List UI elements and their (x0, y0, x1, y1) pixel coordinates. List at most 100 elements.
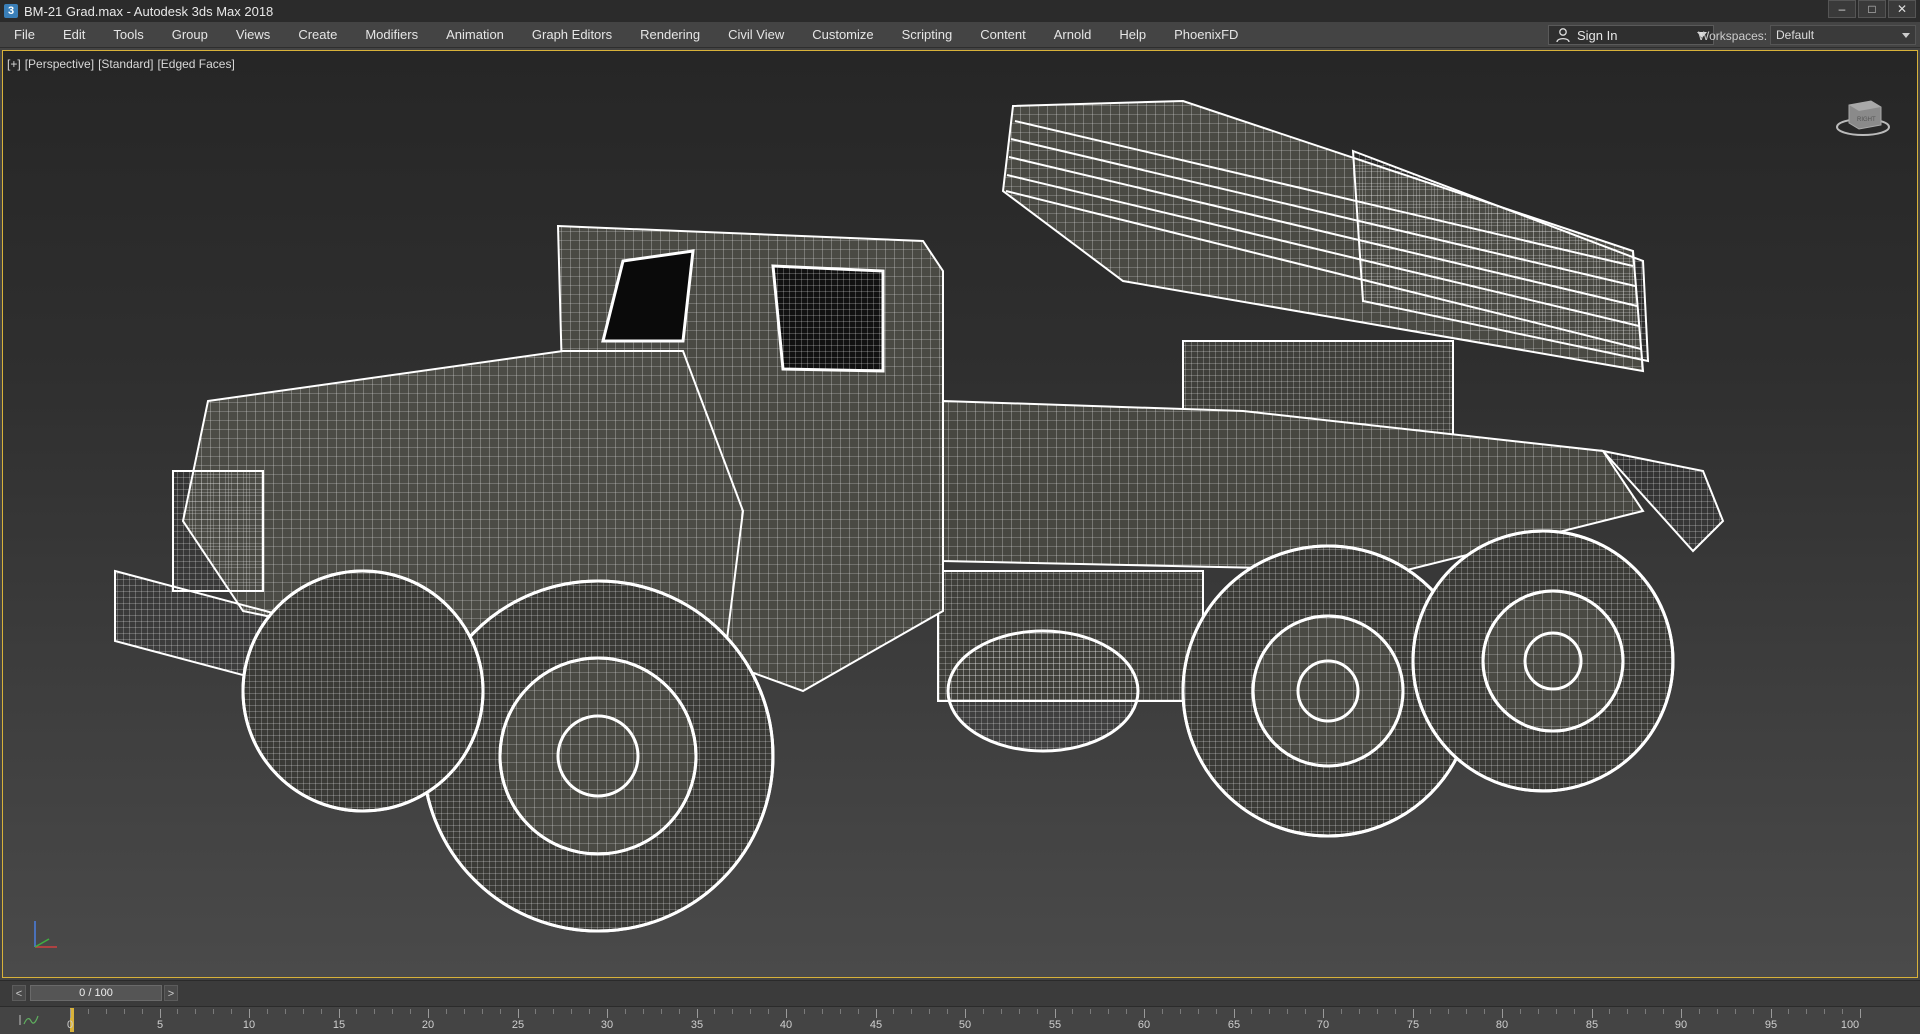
trackbar-tick (1502, 1009, 1503, 1018)
menu-help[interactable]: Help (1105, 22, 1160, 48)
trackbar-tick (1609, 1009, 1610, 1014)
menu-customize[interactable]: Customize (798, 22, 887, 48)
perspective-viewport[interactable]: [+] [Perspective] [Standard] [Edged Face… (2, 50, 1918, 978)
trackbar-tick (804, 1009, 805, 1014)
trackbar-tick-label: 100 (1840, 1019, 1860, 1031)
close-button[interactable]: ✕ (1888, 0, 1916, 18)
trackbar-tick-label: 20 (421, 1019, 435, 1031)
menu-graph-editors[interactable]: Graph Editors (518, 22, 626, 48)
curve-editor-toggle-icon[interactable] (18, 1013, 40, 1027)
trackbar-tick (1753, 1009, 1754, 1014)
trackbar-ruler[interactable]: 0 5 10 15 20 25 30 35 40 45 50 55 60 65 70 75 80 85 90 95 10… (66, 1007, 1861, 1034)
time-slider-thumb[interactable]: 0 / 100 (30, 985, 162, 1001)
window-controls: – □ ✕ (1826, 0, 1916, 22)
trackbar-tick (500, 1009, 501, 1014)
title-bar: 3 BM-21 Grad.max - Autodesk 3ds Max 2018… (0, 0, 1920, 22)
trackbar-tick (714, 1009, 715, 1014)
trackbar-tick (106, 1009, 107, 1014)
menu-scripting[interactable]: Scripting (888, 22, 967, 48)
menu-edit[interactable]: Edit (49, 22, 99, 48)
menu-file[interactable]: File (0, 22, 49, 48)
menu-content[interactable]: Content (966, 22, 1040, 48)
sign-in-dropdown[interactable]: Sign In (1548, 25, 1714, 45)
trackbar-tick (1592, 1009, 1593, 1018)
trackbar-tick (1019, 1009, 1020, 1014)
menu-tools[interactable]: Tools (99, 22, 157, 48)
trackbar-tick (607, 1009, 608, 1018)
menu-modifiers[interactable]: Modifiers (351, 22, 432, 48)
menu-create[interactable]: Create (284, 22, 351, 48)
trackbar-tick (482, 1009, 483, 1014)
menu-group[interactable]: Group (158, 22, 222, 48)
trackbar-tick-label: 0 (66, 1019, 74, 1031)
trackbar-tick (1001, 1009, 1002, 1014)
time-slider-next-button[interactable]: > (164, 985, 178, 1001)
trackbar-tick (1681, 1009, 1682, 1018)
menu-phoenixfd[interactable]: PhoenixFD (1160, 22, 1252, 48)
menu-animation[interactable]: Animation (432, 22, 518, 48)
trackbar-tick (858, 1009, 859, 1014)
trackbar-tick (177, 1009, 178, 1014)
trackbar-tick (160, 1009, 161, 1018)
trackbar-tick (625, 1009, 626, 1014)
trackbar-tick (1663, 1009, 1664, 1014)
trackbar-tick (822, 1009, 823, 1014)
trackbar-tick-label: 40 (779, 1019, 793, 1031)
trackbar-tick-label: 25 (511, 1019, 525, 1031)
trackbar-tick (1806, 1009, 1807, 1014)
trackbar-tick-label: 80 (1495, 1019, 1509, 1031)
workspace-select[interactable]: Default (1770, 25, 1916, 45)
track-bar[interactable]: 0 5 10 15 20 25 30 35 40 45 50 55 60 65 70 75 80 85 90 95 10… (0, 1006, 1920, 1034)
trackbar-tick (464, 1009, 465, 1014)
trackbar-tick (1108, 1009, 1109, 1014)
trackbar-tick (1359, 1009, 1360, 1014)
trackbar-tick (589, 1009, 590, 1014)
trackbar-tick (428, 1009, 429, 1018)
trackbar-tick-label: 65 (1227, 1019, 1241, 1031)
maximize-button[interactable]: □ (1858, 0, 1886, 18)
trackbar-tick (1520, 1009, 1521, 1014)
trackbar-tick (1395, 1009, 1396, 1014)
trackbar-tick (535, 1009, 536, 1014)
trackbar-tick (1574, 1009, 1575, 1014)
trackbar-tick (1538, 1009, 1539, 1014)
trackbar-tick (1162, 1009, 1163, 1014)
menu-views[interactable]: Views (222, 22, 284, 48)
trackbar-tick (374, 1009, 375, 1014)
trackbar-tick (1484, 1009, 1485, 1014)
trackbar-tick (1055, 1009, 1056, 1018)
menu-civil-view[interactable]: Civil View (714, 22, 798, 48)
trackbar-tick (1717, 1009, 1718, 1014)
trackbar-tick (321, 1009, 322, 1014)
trackbar-tick (88, 1009, 89, 1014)
trackbar-tick (1448, 1009, 1449, 1014)
time-slider: < 0 / 100 > (0, 980, 1920, 1007)
trackbar-tick-label: 90 (1674, 1019, 1688, 1031)
trackbar-tick-label: 50 (958, 1019, 972, 1031)
svg-text:RIGHT: RIGHT (1857, 117, 1876, 123)
trackbar-tick (1126, 1009, 1127, 1014)
time-slider-prev-button[interactable]: < (12, 985, 26, 1001)
trackbar-tick-label: 15 (332, 1019, 346, 1031)
trackbar-tick (303, 1009, 304, 1014)
viewcube-icon[interactable]: RIGHT (1833, 91, 1893, 141)
trackbar-tick (339, 1009, 340, 1018)
window-title: BM-21 Grad.max - Autodesk 3ds Max 2018 (24, 3, 274, 19)
trackbar-tick-label: 75 (1406, 1019, 1420, 1031)
trackbar-tick (410, 1009, 411, 1014)
trackbar-tick (142, 1009, 143, 1014)
trackbar-tick (661, 1009, 662, 1014)
trackbar-tick (840, 1009, 841, 1014)
menu-arnold[interactable]: Arnold (1040, 22, 1106, 48)
trackbar-tick (983, 1009, 984, 1014)
trackbar-tick (267, 1009, 268, 1014)
minimize-button[interactable]: – (1828, 0, 1856, 18)
trackbar-tick-label: 45 (869, 1019, 883, 1031)
workspace-value: Default (1776, 28, 1815, 42)
menu-rendering[interactable]: Rendering (626, 22, 714, 48)
trackbar-tick (70, 1009, 71, 1018)
trackbar-tick (643, 1009, 644, 1014)
trackbar-tick (1090, 1009, 1091, 1014)
3ds-max-icon[interactable]: 3 (4, 4, 18, 18)
wireframe-truck-model[interactable] (3, 51, 1918, 978)
